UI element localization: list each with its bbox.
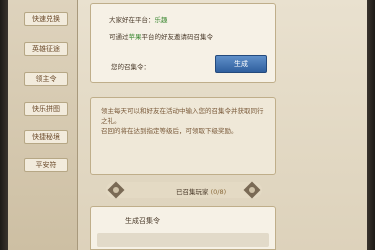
invite-code-panel: 大家好在平台：乐趣 可通过苹果平台的好友邀请码召集令 您的召集令： 生成 [90, 3, 276, 83]
invite-line-2-suffix: 平台的好友邀请码召集令 [141, 33, 214, 41]
invite-line-2-highlight: 苹果 [128, 33, 142, 41]
dot-ornament-icon [249, 187, 255, 193]
invite-line-2: 可通过苹果平台的好友邀请码召集令 [109, 31, 213, 41]
right-frame-edge [367, 0, 375, 250]
summoned-count-value: (0/8) [210, 188, 227, 196]
summoned-count-text: 已召集玩家 (0/8) [176, 186, 226, 196]
sidebar-item-5[interactable]: 快捷秘境 [24, 130, 68, 144]
sidebar-item-1[interactable]: 快速兑换 [24, 12, 68, 26]
generate-button[interactable]: 生成 [215, 55, 267, 73]
sidebar: 快速兑换 英雄征途 领主令 快乐拼图 快捷秘境 平安符 [8, 0, 78, 250]
info-paragraph-1: 领主每天可以和好友在活动中输入您的召集令并获取同行之礼。 [101, 107, 264, 125]
main-content: 大家好在平台：乐趣 可通过苹果平台的好友邀请码召集令 您的召集令： 生成 领主每… [78, 0, 367, 250]
invite-line-1: 大家好在平台：乐趣 [109, 14, 168, 24]
generate-code-title: 生成召集令 [125, 217, 160, 225]
dot-ornament-icon [113, 187, 119, 193]
invite-line-2-prefix: 可通过 [109, 33, 129, 41]
summoned-count-bar: 已召集玩家 (0/8) [106, 181, 262, 199]
info-paragraph-2: 召回的将在达到指定等级后，可领取下级奖励。 [101, 127, 238, 135]
invite-code-label: 您的召集令： [111, 63, 150, 71]
summoned-count-label: 已召集玩家 [176, 188, 209, 196]
generate-code-row [97, 233, 269, 247]
generate-code-panel: 生成召集令 [90, 206, 276, 250]
invite-platform-highlight: 乐趣 [154, 16, 168, 24]
sidebar-item-4[interactable]: 快乐拼图 [24, 102, 68, 116]
info-panel: 领主每天可以和好友在活动中输入您的召集令并获取同行之礼。 召回的将在达到指定等级… [90, 97, 276, 175]
invite-line-1-prefix: 大家好在平台： [109, 16, 155, 24]
sidebar-item-2[interactable]: 英雄征途 [24, 42, 68, 56]
left-frame-edge [0, 0, 8, 250]
sidebar-item-6[interactable]: 平安符 [24, 158, 68, 172]
sidebar-item-3[interactable]: 领主令 [24, 72, 68, 86]
